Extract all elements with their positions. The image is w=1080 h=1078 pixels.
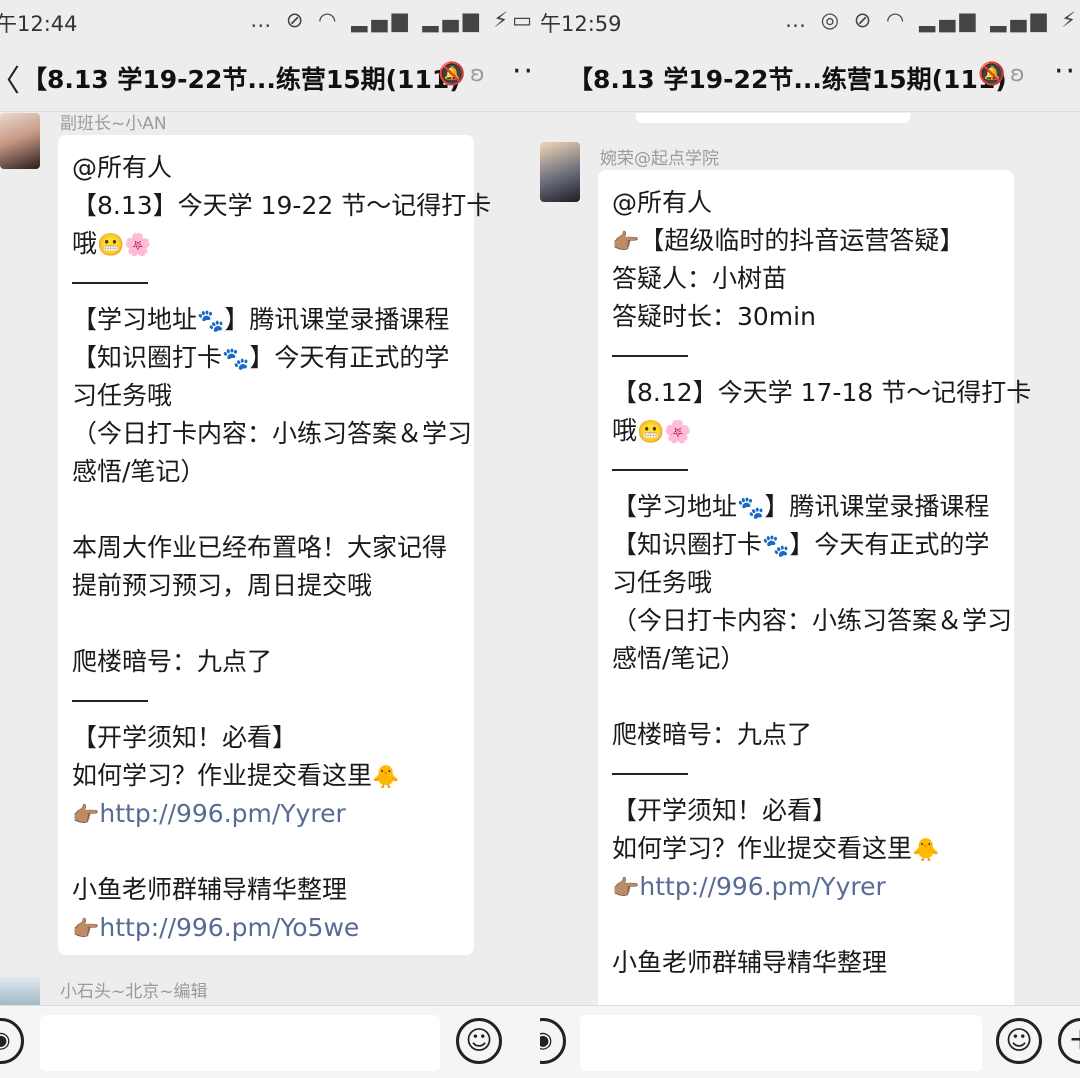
link-yyrer[interactable]: http://996.pm/Yyrer	[639, 872, 885, 901]
chat-screen-right: 午12:59 … ◎ ⊘ ◠ ▂▄▆ ▂▄▆ ⚡ 【8.13 学19-22节..…	[540, 0, 1080, 1078]
pointing-hand-icon: 👉🏽	[72, 917, 100, 942]
chick-emoji-icon: 🐥	[372, 765, 400, 790]
message-line: 习任务哦	[612, 568, 713, 597]
message-line: 👉🏽http://996.pm/Yo5we	[72, 909, 460, 947]
message-line: （今日打卡内容：小练习答案＆学习	[612, 606, 1013, 635]
mute-icon: 🔕	[438, 62, 466, 87]
paw-emoji-icon: 🐾	[737, 496, 765, 521]
message-line: 小鱼老师群辅导精华整理	[612, 948, 888, 977]
status-time: 午12:59	[540, 12, 622, 36]
message-line: 【知识圈打卡🐾】今天有正式的学	[612, 530, 990, 559]
input-bar: ◉ ☺ +	[540, 1005, 1080, 1078]
avatar[interactable]	[0, 113, 40, 169]
divider	[612, 450, 1000, 488]
chat-header: 〈 【8.13 学19-22节...练营15期(111) 🔕 ʚ ··	[0, 40, 540, 112]
message-line: 👉🏽【超级临时的抖音运营答疑】	[612, 226, 965, 255]
message-line: （今日打卡内容：小练习答案＆学习	[72, 419, 473, 448]
sender-name: 婉荣@起点学院	[600, 149, 719, 169]
message-line: 哦😬🌸	[72, 229, 152, 258]
chick-emoji-icon: 🐥	[912, 838, 940, 863]
divider	[612, 754, 1000, 792]
message-line: 【开学须知！必看】	[72, 723, 298, 752]
flower-emoji-icon: 🌸	[124, 233, 152, 258]
message-line: 答疑时长：30min	[612, 302, 816, 331]
sender-name: 副班长~小AN	[60, 114, 167, 134]
status-icons: … ◎ ⊘ ◠ ▂▄▆ ▂▄▆ ⚡	[785, 8, 1080, 32]
chat-title: 【8.13 学19-22节...练营15期(111)	[568, 65, 1007, 94]
status-bar: 午12:44 … ⊘ ◠ ▂▄▆ ▂▄▆ ⚡▭	[0, 0, 540, 40]
message-line: 如何学习？作业提交看这里🐥	[612, 834, 940, 863]
message-line: 👉🏽http://996.pm/Yyrer	[612, 868, 1000, 906]
message-line: 【学习地址🐾】腾讯课堂录播课程	[72, 305, 450, 334]
avatar[interactable]	[540, 142, 580, 202]
message-line: 【8.13】今天学 19-22 节～记得打卡	[72, 191, 492, 220]
message-line: 👉🏽http://996.pm/Yyrer	[72, 795, 460, 833]
message-input[interactable]	[580, 1015, 982, 1071]
message-line: 哦😬🌸	[612, 416, 692, 445]
chat-screen-left: 午12:44 … ⊘ ◠ ▂▄▆ ▂▄▆ ⚡▭ 〈 【8.13 学19-22节.…	[0, 0, 540, 1078]
pointing-hand-icon: 👉🏽	[72, 803, 100, 828]
message-bubble[interactable]: @所有人 【8.13】今天学 19-22 节～记得打卡 哦😬🌸 【学习地址🐾】腾…	[58, 135, 492, 955]
divider	[72, 263, 460, 301]
paw-emoji-icon: 🐾	[222, 347, 250, 372]
message-line: 爬楼暗号：九点了	[72, 647, 273, 676]
mute-icon: 🔕	[978, 62, 1006, 87]
emoji-icon[interactable]: ☺	[996, 1018, 1042, 1064]
pointing-hand-icon: 👉🏽	[612, 876, 640, 901]
message-list[interactable]: 副班长~小AN @所有人 【8.13】今天学 19-22 节～记得打卡 哦😬🌸 …	[0, 113, 540, 1005]
message-line: 感悟/笔记）	[612, 644, 746, 673]
message-line: 小鱼老师群辅导精华整理	[72, 875, 348, 904]
chat-title: 【8.13 学19-22节...练营15期(111)	[22, 65, 461, 94]
input-bar: ◉ ☺	[0, 1005, 540, 1078]
avatar[interactable]	[0, 977, 40, 1005]
pointing-hand-icon: 👉🏽	[612, 230, 640, 255]
status-icons: … ⊘ ◠ ▂▄▆ ▂▄▆ ⚡▭	[250, 8, 536, 32]
grin-emoji-icon: 😬	[97, 233, 125, 258]
back-icon[interactable]: 〈	[0, 56, 20, 100]
voice-icon[interactable]: ◉	[540, 1018, 566, 1064]
link-yyrer[interactable]: http://996.pm/Yyrer	[99, 799, 345, 828]
chat-header: 【8.13 学19-22节...练营15期(111) 🔕 ʚ ··	[540, 40, 1080, 112]
message-line: 【知识圈打卡🐾】今天有正式的学	[72, 343, 450, 372]
message-line: 【8.12】今天学 17-18 节～记得打卡	[612, 378, 1032, 407]
sender-name: 小石头~北京~编辑	[60, 982, 208, 1002]
divider	[72, 681, 460, 719]
message-line: 感悟/笔记）	[72, 457, 206, 486]
more-icon[interactable]: ··	[512, 54, 535, 89]
message-line: 爬楼暗号：九点了	[612, 720, 813, 749]
message-line: 如何学习？作业提交看这里🐥	[72, 761, 400, 790]
link-yo5we[interactable]: http://996.pm/Yo5we	[99, 913, 359, 942]
flower-emoji-icon: 🌸	[664, 420, 692, 445]
plus-icon[interactable]: +	[1058, 1018, 1080, 1064]
paw-emoji-icon: 🐾	[197, 309, 225, 334]
grin-emoji-icon: 😬	[637, 420, 665, 445]
previous-bubble-edge	[636, 113, 910, 123]
paw-emoji-icon: 🐾	[762, 534, 790, 559]
more-icon[interactable]: ··	[1054, 54, 1077, 89]
message-line: 【开学须知！必看】	[612, 796, 838, 825]
message-line: @所有人	[72, 153, 173, 182]
status-bar: 午12:59 … ◎ ⊘ ◠ ▂▄▆ ▂▄▆ ⚡	[540, 0, 1080, 40]
earpiece-icon: ʚ	[1010, 62, 1025, 87]
message-line: 提前预习预习，周日提交哦	[72, 571, 373, 600]
earpiece-icon: ʚ	[470, 62, 485, 87]
message-line: @所有人	[612, 188, 713, 217]
message-line: 本周大作业已经布置咯！大家记得	[72, 533, 448, 562]
voice-icon[interactable]: ◉	[0, 1018, 24, 1064]
message-list[interactable]: 婉荣@起点学院 @所有人 👉🏽【超级临时的抖音运营答疑】 答疑人：小树苗 答疑时…	[540, 113, 1080, 1005]
divider	[612, 336, 1000, 374]
emoji-icon[interactable]: ☺	[456, 1018, 502, 1064]
message-input[interactable]	[40, 1015, 440, 1071]
message-line: 答疑人：小树苗	[612, 264, 788, 293]
message-line: 习任务哦	[72, 381, 173, 410]
message-bubble[interactable]: @所有人 👉🏽【超级临时的抖音运营答疑】 答疑人：小树苗 答疑时长：30min …	[598, 170, 1032, 1005]
status-time: 午12:44	[0, 12, 78, 36]
message-line: 【学习地址🐾】腾讯课堂录播课程	[612, 492, 990, 521]
